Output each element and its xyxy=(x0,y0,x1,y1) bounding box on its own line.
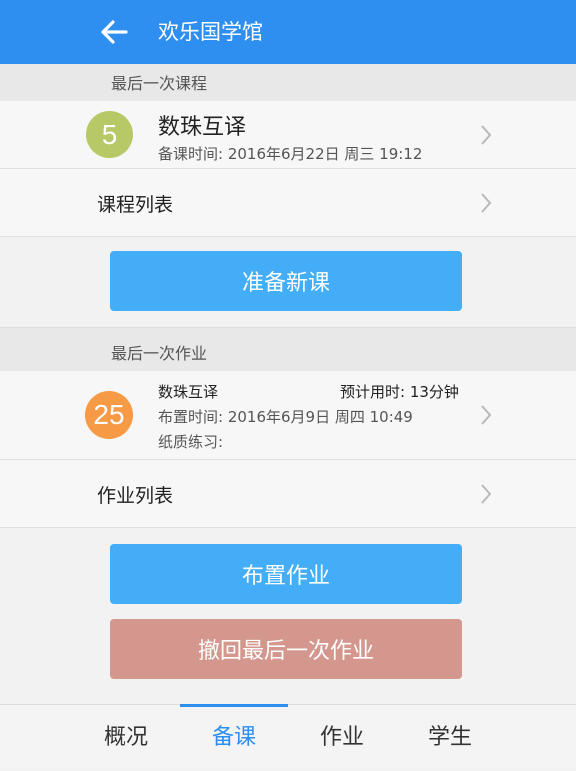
tab-overview[interactable]: 概况 xyxy=(72,705,180,769)
lesson-prep-time: 备课时间: 2016年6月22日 周三 19:12 xyxy=(158,145,423,163)
homework-paper-practice: 纸质练习: xyxy=(158,433,224,451)
lesson-list-row[interactable]: 课程列表 xyxy=(0,169,576,237)
chevron-right-icon xyxy=(481,193,492,213)
chevron-right-icon xyxy=(481,405,492,425)
last-homework-row[interactable]: 25 数珠互译 预计用时: 13分钟 布置时间: 2016年6月9日 周四 10… xyxy=(0,371,576,460)
chevron-right-icon xyxy=(481,484,492,504)
lesson-title: 数珠互译 xyxy=(158,115,247,140)
homework-list-row[interactable]: 作业列表 xyxy=(0,460,576,528)
bottom-tab-bar: 概况 备课 作业 学生 xyxy=(0,704,576,769)
tab-homework[interactable]: 作业 xyxy=(288,705,396,769)
homework-number-badge: 25 xyxy=(85,391,133,439)
top-bar: 欢乐国学馆 xyxy=(0,0,576,64)
page-title: 欢乐国学馆 xyxy=(158,20,263,44)
last-lesson-section-header: 最后一次课程 xyxy=(0,64,576,101)
chevron-right-icon xyxy=(481,125,492,145)
homework-title: 数珠互译 xyxy=(158,383,219,401)
homework-assign-time: 布置时间: 2016年6月9日 周四 10:49 xyxy=(158,408,413,426)
prepare-new-lesson-button[interactable]: 准备新课 xyxy=(110,251,462,311)
homework-list-label: 作业列表 xyxy=(97,485,174,507)
homework-estimate: 预计用时: 13分钟 xyxy=(340,383,459,401)
assign-homework-button[interactable]: 布置作业 xyxy=(110,544,462,604)
last-lesson-row[interactable]: 5 数珠互译 备课时间: 2016年6月22日 周三 19:12 xyxy=(0,101,576,169)
recall-last-homework-button[interactable]: 撤回最后一次作业 xyxy=(110,619,462,679)
section-label: 最后一次课程 xyxy=(111,74,208,93)
lesson-number-badge: 5 xyxy=(86,111,133,158)
last-homework-section-header: 最后一次作业 xyxy=(0,327,576,372)
back-button[interactable] xyxy=(96,14,132,50)
tab-lesson-prep[interactable]: 备课 xyxy=(180,705,288,769)
arrow-left-icon xyxy=(101,20,128,44)
section-label: 最后一次作业 xyxy=(111,344,208,363)
tab-students[interactable]: 学生 xyxy=(396,705,504,769)
lesson-list-label: 课程列表 xyxy=(97,194,174,216)
